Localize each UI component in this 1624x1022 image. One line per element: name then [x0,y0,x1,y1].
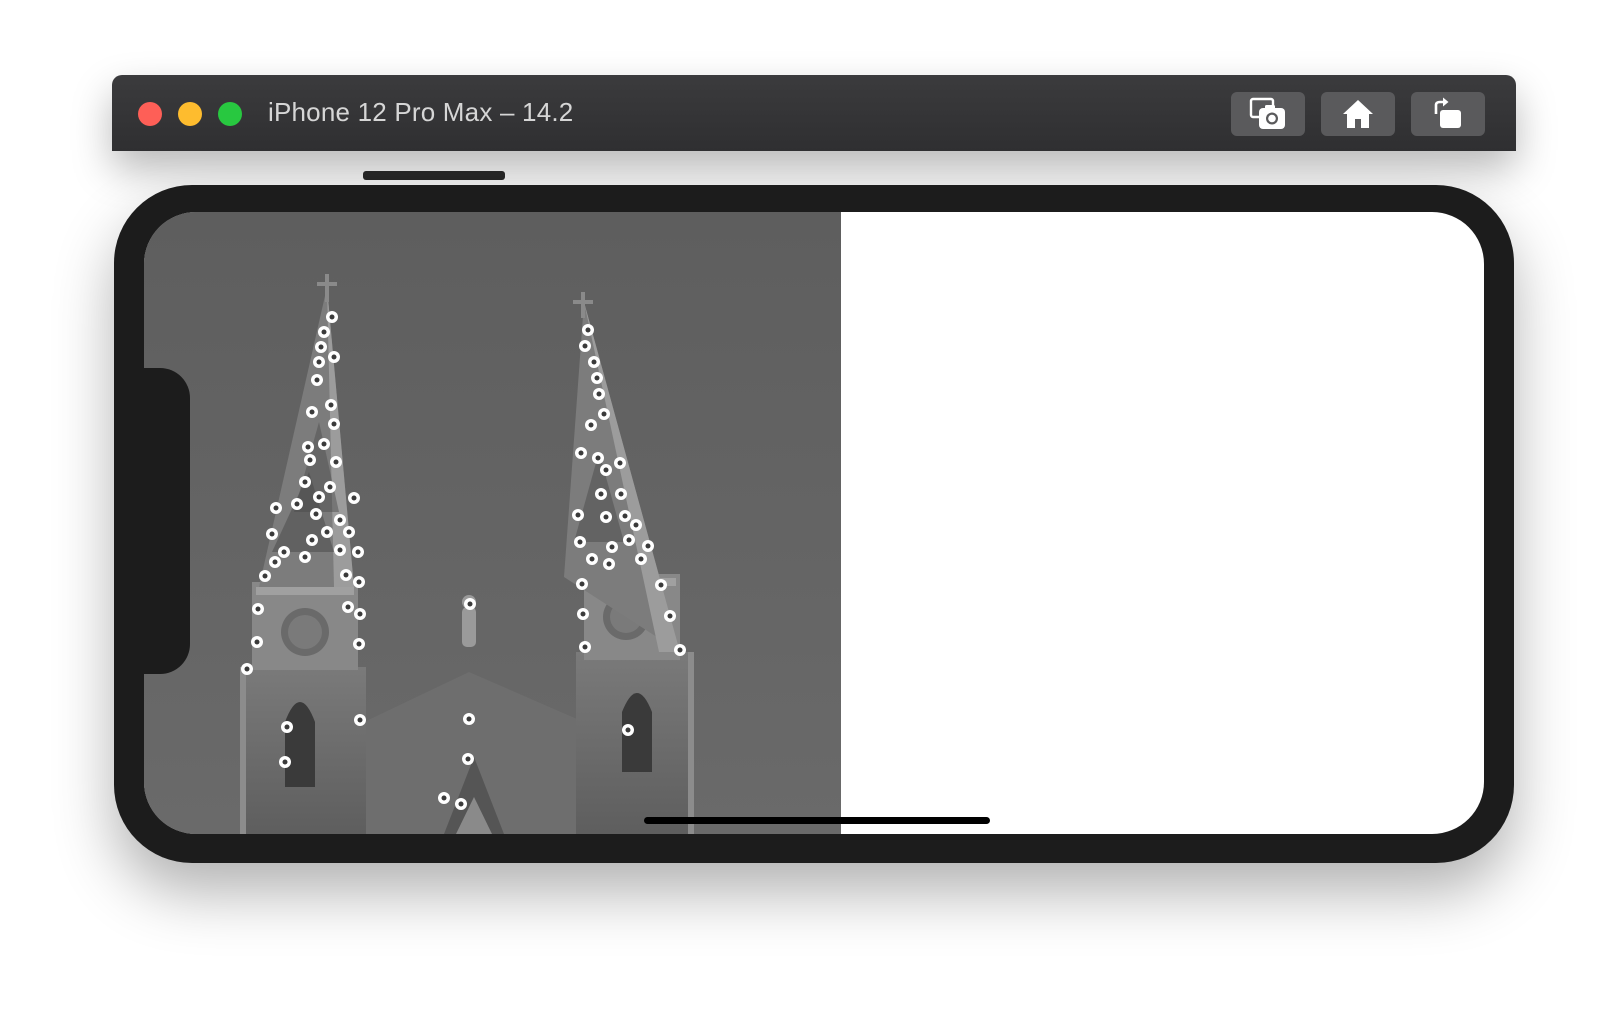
screenshot-button[interactable] [1231,92,1305,136]
window-title: iPhone 12 Pro Max – 14.2 [268,97,574,127]
close-button[interactable] [138,102,162,126]
home-button[interactable] [1321,92,1395,136]
rotate-icon [1434,97,1461,128]
home-icon [1343,100,1373,128]
iphone-device [114,185,1514,863]
rotate-button[interactable] [1411,92,1485,136]
minimize-button[interactable] [178,102,202,126]
side-button-top [363,171,505,180]
cathedral-photo [144,212,841,834]
home-indicator[interactable] [644,817,990,824]
camera-screenshot-icon [1249,97,1285,129]
title-bar[interactable]: iPhone 12 Pro Max – 14.2 [112,75,1516,151]
simulator-window: iPhone 12 Pro Max – 14.2 [112,75,1516,863]
device-screen[interactable] [144,212,1484,834]
zoom-button[interactable] [218,102,242,126]
sensor-notch [144,368,190,674]
